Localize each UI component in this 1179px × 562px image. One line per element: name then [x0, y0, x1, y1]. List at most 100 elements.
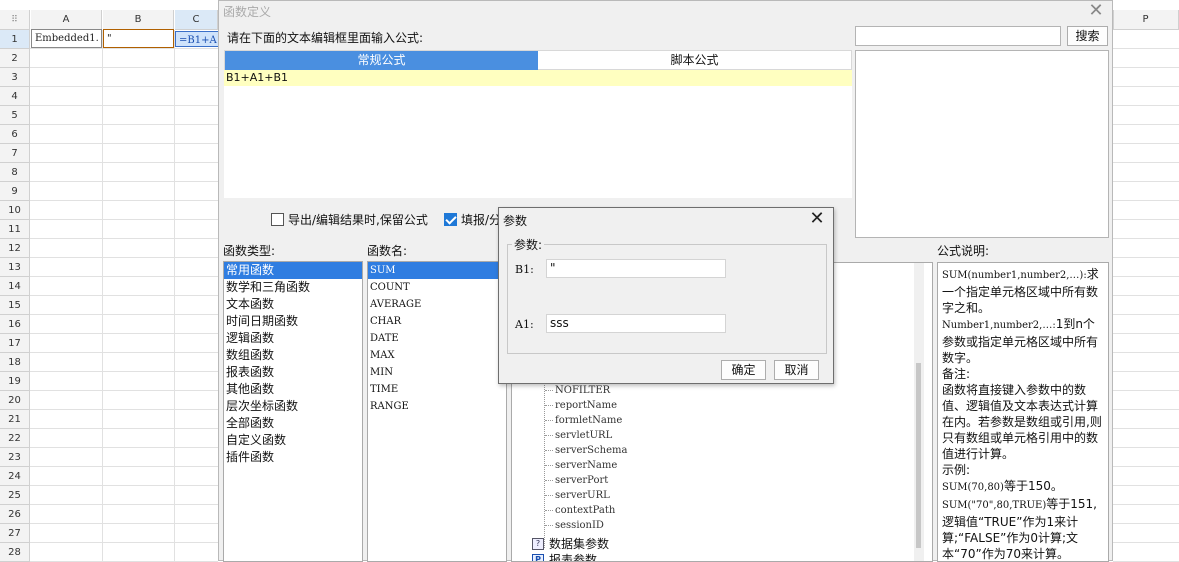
- function-type-item[interactable]: 报表函数: [224, 364, 362, 381]
- function-description: SUM(number1,number2,…):求一个指定单元格区域中所有数字之和…: [937, 262, 1109, 562]
- row-header[interactable]: 15: [0, 296, 30, 315]
- cell-b1[interactable]: ": [103, 29, 174, 48]
- function-name-list[interactable]: SUMCOUNTAVERAGECHARDATEMAXMINTIMERANGE: [367, 261, 507, 562]
- dialog-close-icon[interactable]: ✕: [1086, 1, 1106, 21]
- function-name-item[interactable]: CHAR: [368, 313, 506, 330]
- cell-a1[interactable]: Embedded1.: [31, 29, 102, 48]
- function-name-item[interactable]: RANGE: [368, 398, 506, 415]
- function-name-item[interactable]: MIN: [368, 364, 506, 381]
- function-type-item[interactable]: 时间日期函数: [224, 313, 362, 330]
- function-type-item[interactable]: 全部函数: [224, 415, 362, 432]
- scrollbar-thumb[interactable]: [916, 363, 921, 548]
- tree-node[interactable]: serverURL: [545, 490, 610, 501]
- formula-text[interactable]: B1+A1+B1: [224, 70, 852, 86]
- tab-script-formula[interactable]: 脚本公式: [538, 51, 851, 70]
- tree-node[interactable]: formletName: [545, 415, 622, 426]
- function-name-item[interactable]: AVERAGE: [368, 296, 506, 313]
- param-a1-input[interactable]: sss: [546, 314, 726, 333]
- row-gridline: [1113, 105, 1179, 106]
- formula-editor[interactable]: B1+A1+B1: [224, 70, 852, 198]
- tree-node[interactable]: serverPort: [545, 475, 608, 486]
- row-header[interactable]: 12: [0, 239, 30, 258]
- tree-group-report-params[interactable]: P 报表参数: [532, 551, 597, 562]
- fill-label: 填报/分: [461, 211, 501, 228]
- desc-syntax: SUM(number1,number2,…):: [942, 270, 1087, 281]
- column-header-b[interactable]: B: [103, 10, 174, 30]
- row-header[interactable]: 2: [0, 49, 30, 68]
- cancel-button[interactable]: 取消: [774, 360, 819, 380]
- tree-node[interactable]: sessionID: [545, 520, 604, 531]
- row-header[interactable]: 17: [0, 334, 30, 353]
- cell-c1[interactable]: =B1+A1+: [175, 31, 221, 47]
- column-header-p[interactable]: P: [1113, 10, 1179, 30]
- function-name-item[interactable]: COUNT: [368, 279, 506, 296]
- row-header[interactable]: 3: [0, 68, 30, 87]
- row-header[interactable]: 22: [0, 429, 30, 448]
- tree-scrollbar[interactable]: [914, 263, 924, 561]
- row-gridline: [1113, 162, 1179, 163]
- row-gridline: [30, 276, 218, 277]
- row-header[interactable]: 18: [0, 353, 30, 372]
- checkbox-icon[interactable]: [271, 213, 284, 226]
- column-header-c[interactable]: C: [175, 10, 218, 30]
- row-header[interactable]: 16: [0, 315, 30, 334]
- tree-node[interactable]: serverName: [545, 460, 617, 471]
- row-header[interactable]: 24: [0, 467, 30, 486]
- function-name-item[interactable]: TIME: [368, 381, 506, 398]
- function-type-item[interactable]: 数学和三角函数: [224, 279, 362, 296]
- row-header[interactable]: 26: [0, 505, 30, 524]
- fill-checkbox[interactable]: 填报/分: [444, 211, 501, 228]
- row-gridline: [1113, 485, 1179, 486]
- function-type-item[interactable]: 逻辑函数: [224, 330, 362, 347]
- search-input[interactable]: [855, 26, 1061, 46]
- desc-example-title: 示例:: [942, 463, 970, 477]
- tree-node[interactable]: reportName: [545, 400, 617, 411]
- keep-formula-checkbox[interactable]: 导出/编辑结果时,保留公式: [271, 211, 428, 228]
- tree-node[interactable]: NOFILTER: [545, 385, 610, 396]
- function-name-item[interactable]: DATE: [368, 330, 506, 347]
- tree-node[interactable]: servletURL: [545, 430, 612, 441]
- row-header[interactable]: 21: [0, 410, 30, 429]
- function-type-item[interactable]: 插件函数: [224, 449, 362, 466]
- tree-node[interactable]: serverSchema: [545, 445, 627, 456]
- row-header[interactable]: 27: [0, 524, 30, 543]
- row-header[interactable]: 14: [0, 277, 30, 296]
- row-gridline: [1113, 314, 1179, 315]
- row-header[interactable]: 25: [0, 486, 30, 505]
- row-header[interactable]: 1: [0, 30, 30, 49]
- row-header[interactable]: 7: [0, 144, 30, 163]
- function-name-item[interactable]: MAX: [368, 347, 506, 364]
- select-all-corner[interactable]: ⠿: [0, 10, 30, 30]
- function-type-item[interactable]: 数组函数: [224, 347, 362, 364]
- row-header[interactable]: 10: [0, 201, 30, 220]
- function-type-item[interactable]: 层次坐标函数: [224, 398, 362, 415]
- ok-button[interactable]: 确定: [721, 360, 766, 380]
- row-header[interactable]: 23: [0, 448, 30, 467]
- search-button[interactable]: 搜索: [1067, 26, 1108, 46]
- row-header[interactable]: 20: [0, 391, 30, 410]
- row-header[interactable]: 4: [0, 87, 30, 106]
- row-header[interactable]: 9: [0, 182, 30, 201]
- row-header[interactable]: 8: [0, 163, 30, 182]
- row-header[interactable]: 11: [0, 220, 30, 239]
- params-close-icon[interactable]: ✕: [807, 209, 827, 229]
- function-type-list[interactable]: 常用函数数学和三角函数文本函数时间日期函数逻辑函数数组函数报表函数其他函数层次坐…: [223, 261, 363, 562]
- row-header[interactable]: 6: [0, 125, 30, 144]
- row-header[interactable]: 28: [0, 543, 30, 562]
- row-header[interactable]: 19: [0, 372, 30, 391]
- checked-checkbox-icon[interactable]: [444, 213, 457, 226]
- row-header[interactable]: 13: [0, 258, 30, 277]
- function-type-item[interactable]: 常用函数: [224, 262, 362, 279]
- function-type-item[interactable]: 文本函数: [224, 296, 362, 313]
- row-gridline: [30, 390, 218, 391]
- function-type-item[interactable]: 自定义函数: [224, 432, 362, 449]
- function-name-item[interactable]: SUM: [368, 262, 506, 279]
- tab-normal-formula[interactable]: 常规公式: [225, 51, 538, 70]
- row-gridline: [30, 523, 218, 524]
- tree-node[interactable]: contextPath: [545, 505, 615, 516]
- tree-group-dataset-params[interactable]: ? 数据集参数: [532, 535, 609, 552]
- row-header[interactable]: 5: [0, 106, 30, 125]
- param-b1-input[interactable]: ": [546, 259, 726, 278]
- column-header-a[interactable]: A: [31, 10, 102, 30]
- function-type-item[interactable]: 其他函数: [224, 381, 362, 398]
